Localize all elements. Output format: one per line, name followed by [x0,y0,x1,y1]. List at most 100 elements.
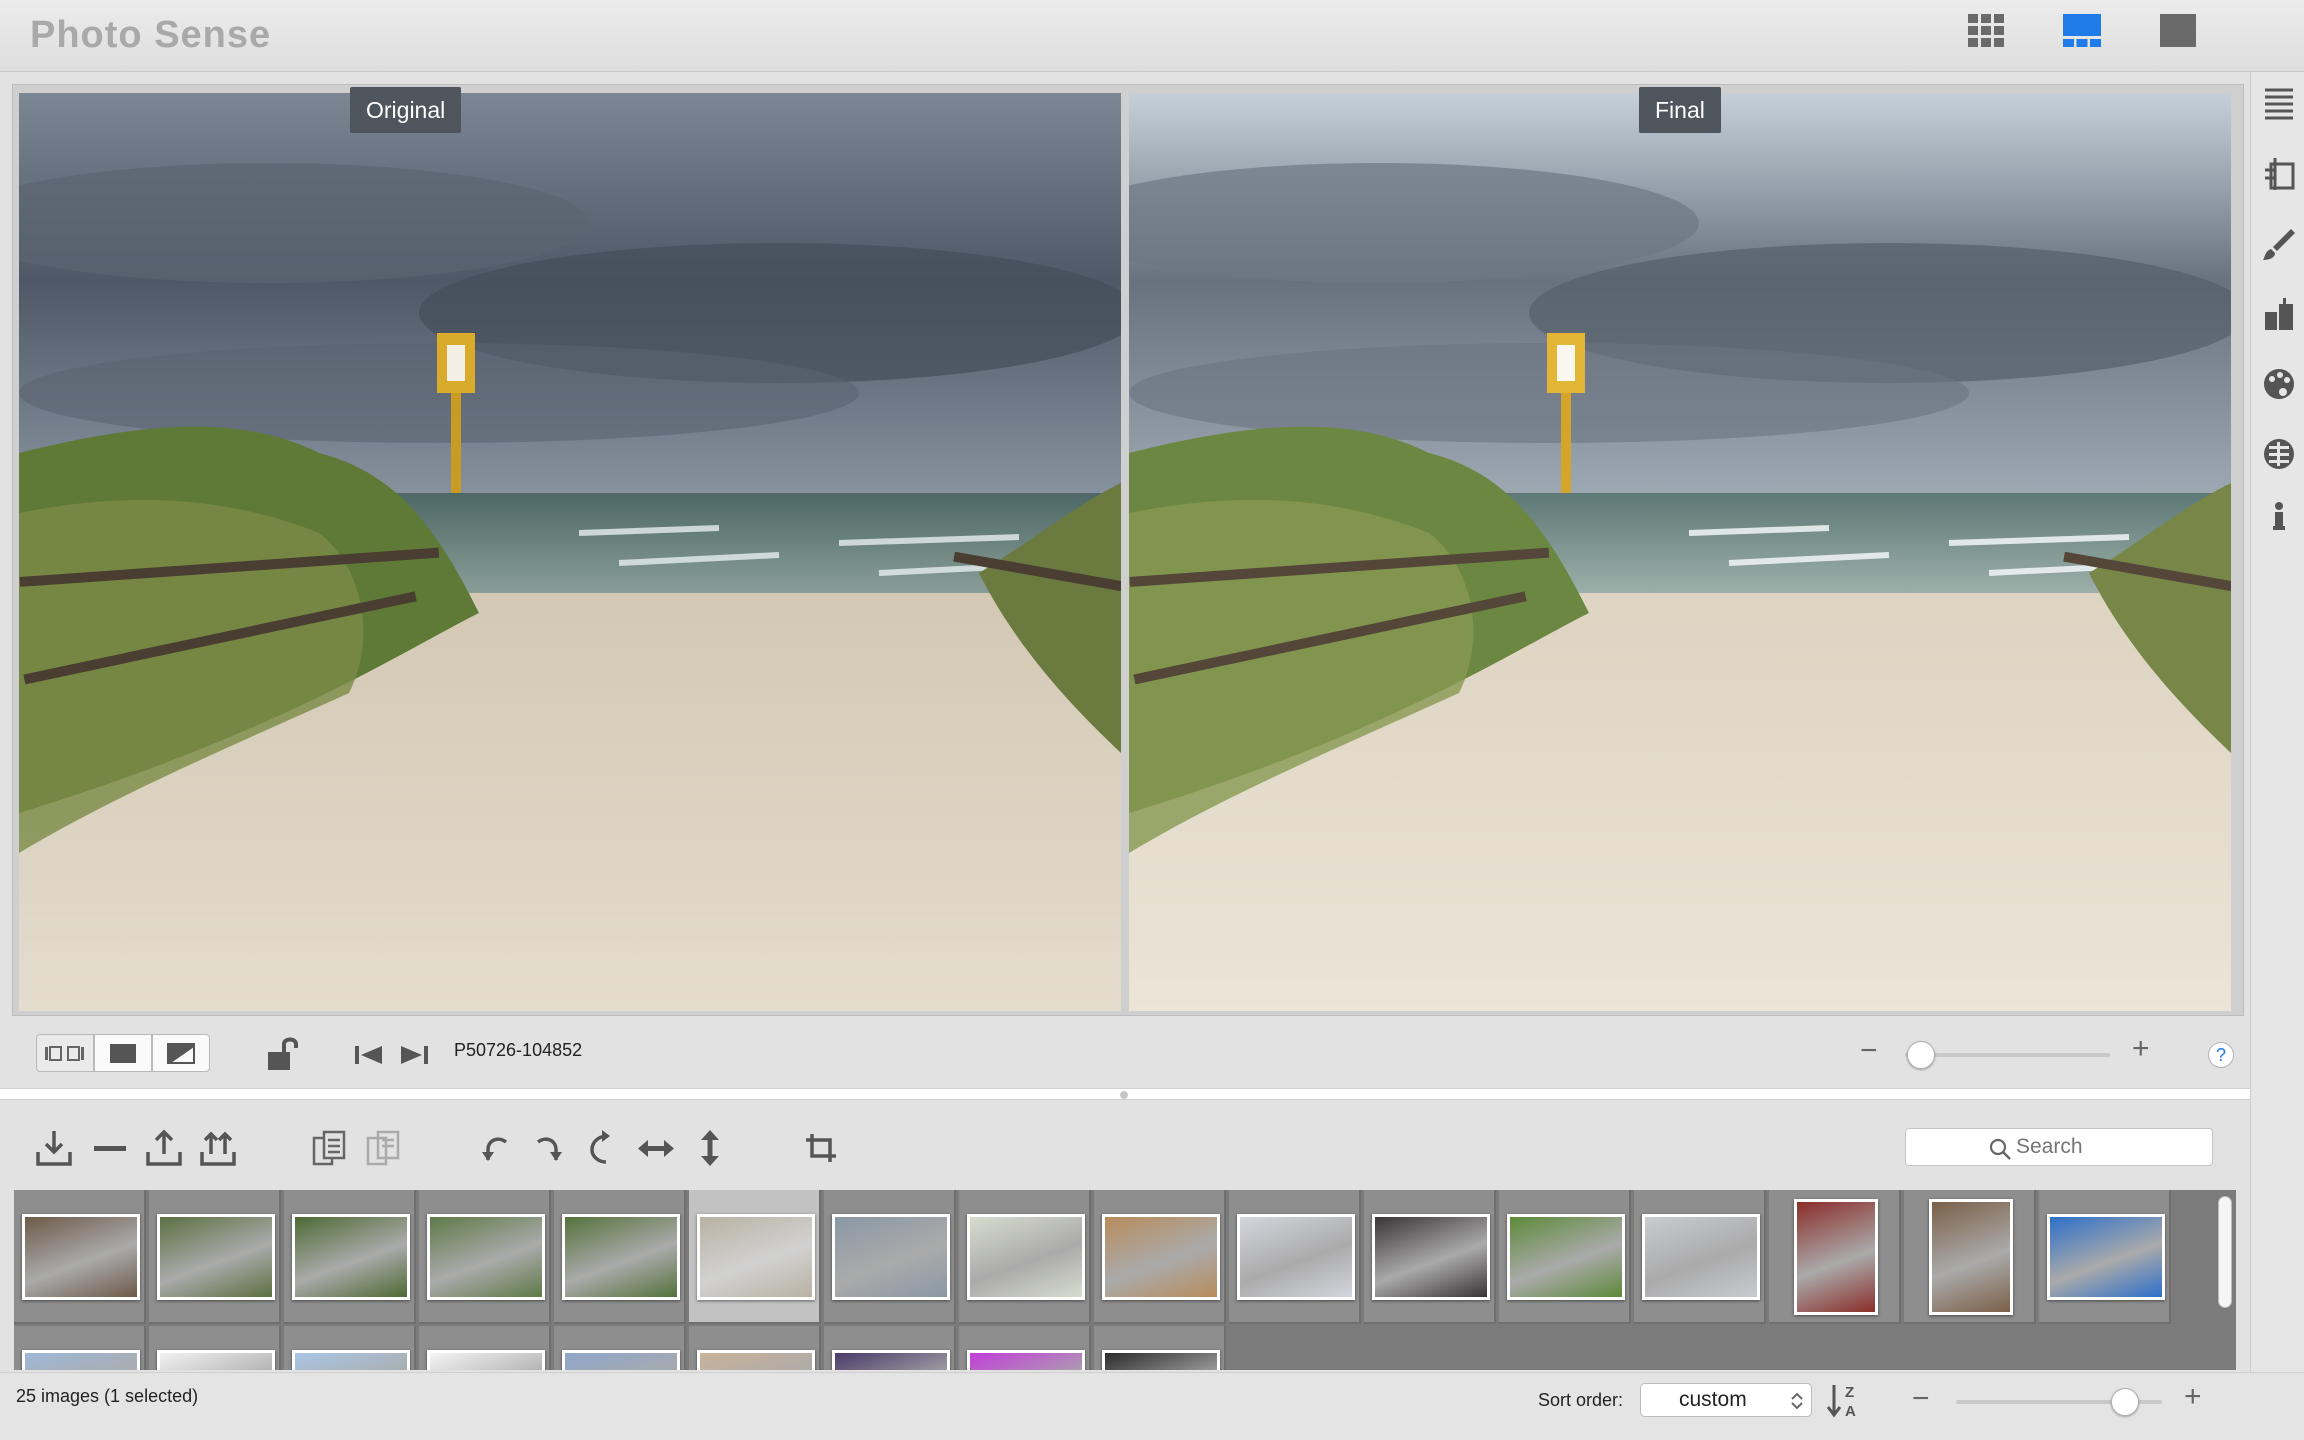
info-button[interactable] [2261,496,2297,532]
remove-button[interactable] [90,1128,130,1168]
thumb-zoom-in-button[interactable]: + [2184,1380,2202,1414]
rotate-left-button[interactable] [476,1128,516,1168]
single-image-icon [110,1044,136,1063]
splitter-handle[interactable] [1120,1091,1128,1099]
compare-split-button[interactable] [152,1034,210,1072]
compare-side-by-side-button[interactable] [36,1034,94,1072]
paste-settings-button[interactable] [364,1128,404,1168]
info-icon [2273,502,2285,530]
layers-button[interactable] [2261,156,2297,192]
final-photo[interactable] [1129,93,2231,1011]
sort-order-select[interactable]: custom [1640,1383,1812,1417]
thumbnail-cell[interactable] [689,1190,821,1324]
thumbnail-image[interactable] [696,1214,815,1300]
compare-single-button[interactable] [94,1034,152,1072]
thumbnail-image[interactable] [21,1214,140,1300]
thumbnail-image[interactable] [561,1350,680,1370]
rotate-180-button[interactable] [582,1128,622,1168]
thumbnail-image[interactable] [426,1214,545,1300]
thumbnail-image[interactable] [21,1350,140,1370]
thumbnail-cell[interactable] [689,1326,821,1370]
thumbnail-cell[interactable] [824,1190,956,1324]
thumbnail-cell[interactable] [2039,1190,2171,1324]
thumbnail-image[interactable] [1641,1214,1760,1300]
preview-zoom-knob[interactable] [1907,1041,1936,1069]
thumbnail-image[interactable] [156,1214,275,1300]
original-photo[interactable] [19,93,1121,1011]
thumbnail-cell[interactable] [1094,1326,1226,1370]
thumbnail-cell[interactable] [959,1326,1091,1370]
list-button[interactable] [2261,84,2297,120]
thumbnail-image[interactable] [1793,1199,1878,1315]
thumbnail-cell[interactable] [1364,1190,1496,1324]
thumbnail-image[interactable] [1101,1214,1220,1300]
thumbnail-size-knob[interactable] [2110,1388,2139,1416]
export-all-icon [200,1131,236,1166]
split-view-button[interactable] [2062,12,2102,48]
grid-view-button[interactable] [1966,12,2006,48]
sort-direction-button[interactable]: ZA [1826,1382,1862,1420]
thumbnail-image[interactable] [1101,1350,1220,1370]
thumbnail-cell[interactable] [1499,1190,1631,1324]
thumbnail-image[interactable] [831,1214,950,1300]
thumbnail-image[interactable] [966,1214,1085,1300]
thumbnail-cell[interactable] [14,1326,146,1370]
thumbnail-cell[interactable] [284,1190,416,1324]
thumbnail-cell[interactable] [14,1190,146,1324]
thumbnail-cell[interactable] [824,1326,956,1370]
thumbnail-cell[interactable] [554,1190,686,1324]
thumbnail-cell[interactable] [1229,1190,1361,1324]
thumb-zoom-out-button[interactable]: − [1912,1382,1930,1416]
thumbnail-image[interactable] [426,1350,545,1370]
thumbnail-cell[interactable] [284,1326,416,1370]
thumbnail-image[interactable] [831,1350,950,1370]
zoom-in-button[interactable]: + [2132,1032,2150,1066]
palette-button[interactable] [2261,366,2297,402]
preview-zoom-slider[interactable] [1905,1053,2110,1057]
previous-image-button[interactable] [352,1034,386,1074]
single-view-button[interactable] [2158,12,2198,48]
thumbnail-cell[interactable] [959,1190,1091,1324]
flip-horizontal-button[interactable] [636,1128,676,1168]
export-all-button[interactable] [198,1128,238,1168]
thumbnail-image[interactable] [696,1350,815,1370]
next-image-button[interactable] [398,1034,432,1074]
thumbnail-scrollbar[interactable] [2218,1196,2232,1308]
search-input[interactable] [2016,1133,2196,1161]
adjustments-button[interactable] [2261,296,2297,332]
thumbnail-image[interactable] [1371,1214,1490,1300]
lock-button[interactable] [264,1034,304,1074]
thumbnail-image[interactable] [2046,1214,2165,1300]
thumbnail-image[interactable] [1506,1214,1625,1300]
thumbnail-image[interactable] [291,1214,410,1300]
help-button[interactable]: ? [2208,1042,2234,1068]
thumbnail-cell[interactable] [149,1190,281,1324]
thumbnail-image[interactable] [1928,1199,2013,1315]
rotate-right-button[interactable] [528,1128,568,1168]
zoom-out-button[interactable]: − [1860,1034,1878,1068]
panel-splitter[interactable] [0,1088,2250,1100]
split-view-icon [2063,14,2101,47]
thumbnail-cell[interactable] [419,1190,551,1324]
export-button[interactable] [144,1128,184,1168]
thumbnail-cell[interactable] [554,1326,686,1370]
import-button[interactable] [34,1128,74,1168]
thumbnail-image[interactable] [966,1350,1085,1370]
crop-button[interactable] [802,1128,842,1168]
thumbnail-image[interactable] [1236,1214,1355,1300]
brush-button[interactable] [2261,226,2297,262]
thumbnail-image[interactable] [561,1214,680,1300]
search-field[interactable] [1905,1128,2213,1166]
flip-vertical-button[interactable] [690,1128,730,1168]
thumbnail-cell[interactable] [1769,1190,1901,1324]
thumbnail-cell[interactable] [1094,1190,1226,1324]
copy-settings-button[interactable] [310,1128,350,1168]
thumbnail-image[interactable] [291,1350,410,1370]
thumbnail-cell[interactable] [149,1326,281,1370]
film-button[interactable] [2261,436,2297,472]
thumbnail-cell[interactable] [1904,1190,2036,1324]
thumbnail-image[interactable] [156,1350,275,1370]
thumbnail-cell[interactable] [1634,1190,1766,1324]
thumbnail-cell[interactable] [419,1326,551,1370]
palette-icon [2264,369,2294,399]
